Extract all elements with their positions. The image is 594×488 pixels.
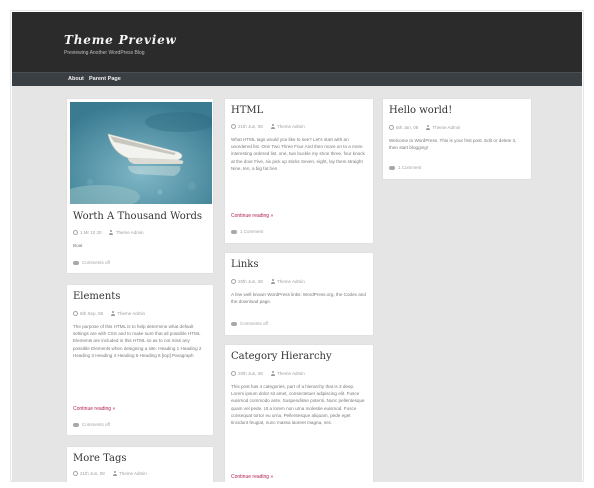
comments-label: 1 Comment [240,229,264,234]
post-title[interactable]: HTML [231,105,263,116]
nav-item-parent-page[interactable]: Parent Page [89,76,121,82]
comments-label: Comments off [240,321,268,326]
post-comments: 1 Comment [231,229,263,234]
browser-viewport: Theme Preview Previewing Another WordPre… [12,12,582,482]
post-date: 6th Jan, 08 [396,125,419,130]
comment-icon [389,165,395,170]
post-meta: 21th Jun, 08 Theme Admin [231,124,305,130]
post-author[interactable]: Theme Admin [277,124,305,129]
post-excerpt: Boat [73,243,83,248]
site-title[interactable]: Theme Preview [64,33,177,47]
post-title[interactable]: Worth A Thousand Words [73,211,202,222]
comment-icon [73,260,79,265]
comments-label: 1 Comment [398,165,422,170]
post-title[interactable]: Elements [73,291,120,302]
post-date: 21th Jun, 08 [238,124,263,129]
post-date: 6th Sep, 08 [80,311,104,316]
post-card-html: HTML 21th Jun, 08 Theme Admin What HTML … [224,98,374,244]
comments-label: Comments off [82,260,110,265]
post-comments: Comments off [73,422,110,427]
post-title[interactable]: Links [231,259,258,270]
clock-icon [389,125,394,131]
read-more-link[interactable]: Continue reading » [231,213,273,219]
user-icon [270,124,275,130]
post-date: 1 Mr 10 20 [80,230,102,235]
post-author[interactable]: Theme Admin [119,471,147,476]
comment-icon [231,229,237,234]
post-excerpt: A few well known WordPress links: WordPr… [231,292,366,305]
post-author[interactable]: Theme Admin [116,230,144,235]
boat-image[interactable] [70,102,212,204]
post-meta: 20th Jun, 08 Theme Admin [231,371,305,377]
comment-icon [73,422,79,427]
comment-icon [231,321,237,326]
post-title[interactable]: Category Hierarchy [231,351,332,362]
clock-icon [231,124,236,130]
post-meta: 20th Jun, 08 Theme Admin [231,279,305,285]
post-meta: 21th Jun, 08 Theme Admin [73,471,147,477]
post-title[interactable]: More Tags [73,453,127,464]
post-comments: 1 Comment [389,165,421,170]
post-comments: Comments off [73,260,110,265]
post-title[interactable]: Hello world! [389,105,452,116]
post-meta: 6th Jan, 08 Theme Admin [389,125,461,131]
user-icon [426,125,431,131]
read-more-link[interactable]: Continue reading » [73,406,115,412]
site-header: Theme Preview Previewing Another WordPre… [12,12,582,72]
post-meta: 1 Mr 10 20 Theme Admin [73,230,144,236]
user-icon [270,279,275,285]
user-icon [270,371,275,377]
user-icon [109,230,114,236]
post-author[interactable]: Theme Admin [433,125,461,130]
clock-icon [73,471,78,477]
post-excerpt: The purpose of this HTML is to help dete… [73,324,202,358]
clock-icon [231,279,236,285]
site-description: Previewing Another WordPress Blog [64,50,145,56]
comments-label: Comments off [82,422,110,427]
post-author[interactable]: Theme Admin [277,279,305,284]
posts-grid: Worth A Thousand Words 1 Mr 10 20 Theme … [12,86,582,482]
post-excerpt: What HTML tags would you like to see? Le… [231,137,365,171]
clock-icon [73,230,78,236]
post-comments: Comments off [231,321,268,326]
post-date: 20th Jun, 08 [238,279,263,284]
user-icon [110,311,115,317]
post-date: 21th Jun, 08 [80,471,105,476]
clock-icon [231,371,236,377]
post-meta: 6th Sep, 08 Theme Admin [73,311,145,317]
post-excerpt: Welcome to WordPress. This is your first… [389,138,517,151]
post-author[interactable]: Theme Admin [117,311,145,316]
nav-item-about[interactable]: About [68,76,84,82]
post-card-worth: Worth A Thousand Words 1 Mr 10 20 Theme … [66,98,214,274]
post-date: 20th Jun, 08 [238,371,263,376]
post-card-links: Links 20th Jun, 08 Theme Admin A few wel… [224,252,374,336]
post-excerpt: This post has 4 categories, part of a hi… [231,384,365,426]
post-card-category-hierarchy: Category Hierarchy 20th Jun, 08 Theme Ad… [224,344,374,482]
user-icon [112,471,117,477]
main-nav: About Parent Page [12,72,582,86]
clock-icon [73,311,78,317]
post-author[interactable]: Theme Admin [277,371,305,376]
read-more-link[interactable]: Continue reading » [231,474,273,480]
post-card-elements: Elements 6th Sep, 08 Theme Admin The pur… [66,284,214,436]
post-card-more-tags: More Tags 21th Jun, 08 Theme Admin [66,446,214,482]
post-card-hello-world: Hello world! 6th Jan, 08 Theme Admin Wel… [382,98,532,180]
